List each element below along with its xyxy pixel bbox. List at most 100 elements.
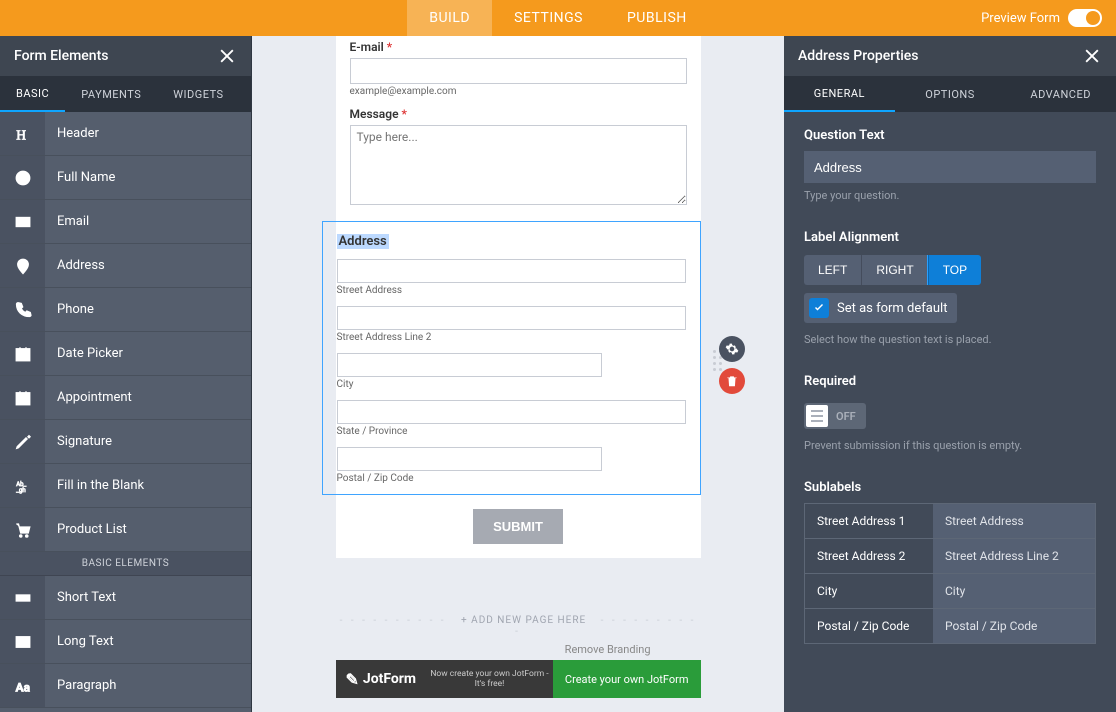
element-label: Email	[45, 214, 89, 229]
preview-form[interactable]: Preview Form	[981, 9, 1102, 27]
textbox-icon	[0, 620, 45, 663]
close-icon[interactable]	[1082, 46, 1102, 66]
tab-build[interactable]: BUILD	[407, 0, 492, 36]
right-tab-general[interactable]: GENERAL	[784, 76, 895, 112]
align-right[interactable]: RIGHT	[861, 255, 927, 285]
element-email[interactable]: Email	[0, 200, 251, 244]
question-text-input[interactable]	[804, 151, 1096, 183]
top-nav: BUILD SETTINGS PUBLISH Preview Form	[0, 0, 1116, 36]
email-input[interactable]	[350, 58, 687, 84]
tab-publish[interactable]: PUBLISH	[605, 0, 709, 36]
left-title: Form Elements	[14, 48, 108, 64]
address-sublabel: City	[337, 379, 686, 390]
element-appointment[interactable]: Appointment	[0, 376, 251, 420]
set-default-label: Set as form default	[837, 301, 947, 316]
element-long-text[interactable]: Long Text	[0, 620, 251, 664]
trash-icon[interactable]	[719, 368, 745, 394]
jot-logo: ✎JotForm	[336, 670, 427, 689]
right-body: Question Text Type your question. Label …	[784, 112, 1116, 660]
sublabel-key: Street Address 1	[805, 504, 933, 538]
address-block[interactable]: Address Street Address Street Address Lin…	[322, 221, 701, 495]
jot-text: Now create your own JotForm - It's free!	[426, 669, 553, 689]
element-short-text[interactable]: Short Text	[0, 576, 251, 620]
element-label: Short Text	[45, 590, 116, 605]
element-address[interactable]: Address	[0, 244, 251, 288]
address-input[interactable]	[337, 447, 602, 471]
sublabel-key: Postal / Zip Code	[805, 609, 933, 643]
left-tab-basic[interactable]: BASIC	[0, 76, 65, 112]
toggle-knob	[806, 405, 828, 427]
left-tabs: BASIC PAYMENTS WIDGETS	[0, 76, 251, 112]
required-toggle[interactable]: OFF	[804, 403, 866, 429]
alignment-hint: Select how the question text is placed.	[804, 333, 1096, 346]
jot-cta-button[interactable]: Create your own JotForm	[553, 660, 701, 698]
heading-icon: H	[0, 112, 45, 155]
required-label: Required	[804, 374, 1096, 389]
jot-banner: ✎JotForm Now create your own JotForm - I…	[336, 660, 701, 698]
address-input[interactable]	[337, 400, 686, 424]
top-tabs: BUILD SETTINGS PUBLISH	[407, 0, 709, 36]
set-default-checkbox[interactable]: Set as form default	[804, 293, 957, 323]
element-label: Long Text	[45, 634, 114, 649]
right-tab-advanced[interactable]: ADVANCED	[1005, 76, 1116, 112]
textline-icon	[0, 576, 45, 619]
form-card: E-mail* example@example.com Message* Add…	[336, 36, 701, 558]
sublabels-label: Sublabels	[804, 480, 1096, 495]
element-date-picker[interactable]: 10Date Picker	[0, 332, 251, 376]
element-label: Appointment	[45, 390, 132, 405]
left-tab-widgets[interactable]: WIDGETS	[157, 76, 239, 112]
element-label: Fill in the Blank	[45, 478, 144, 493]
required-off-label: OFF	[828, 410, 864, 423]
element-label: Signature	[45, 434, 112, 449]
left-tab-payments[interactable]: PAYMENTS	[65, 76, 157, 112]
element-label: Full Name	[45, 170, 115, 185]
submit-button[interactable]: SUBMIT	[473, 509, 563, 544]
element-label: Header	[45, 126, 99, 141]
pen-icon: ✎	[346, 670, 359, 689]
element-product-list[interactable]: Product List	[0, 508, 251, 552]
address-input[interactable]	[337, 306, 686, 330]
gear-icon[interactable]	[719, 336, 745, 362]
below-card: - - - - - - - - - - + ADD NEW PAGE HERE …	[336, 601, 701, 698]
align-left[interactable]: LEFT	[804, 255, 861, 285]
sublabel-value[interactable]: Postal / Zip Code	[933, 609, 1095, 643]
email-sublabel: example@example.com	[350, 86, 687, 97]
sublabel-value[interactable]: City	[933, 574, 1095, 608]
right-panel: Address Properties GENERAL OPTIONS ADVAN…	[784, 36, 1116, 712]
address-input[interactable]	[337, 259, 686, 283]
basic-elements-divider: BASIC ELEMENTS	[0, 552, 251, 576]
address-input[interactable]	[337, 353, 602, 377]
para-icon: Aa	[0, 664, 45, 707]
element-paragraph[interactable]: AaParagraph	[0, 664, 251, 708]
element-phone[interactable]: Phone	[0, 288, 251, 332]
element-header[interactable]: HHeader	[0, 112, 251, 156]
address-label: Address	[337, 234, 389, 249]
right-tab-options[interactable]: OPTIONS	[895, 76, 1006, 112]
element-signature[interactable]: Signature	[0, 420, 251, 464]
element-label: Address	[45, 258, 105, 273]
align-top[interactable]: TOP	[928, 255, 981, 285]
preview-label: Preview Form	[981, 11, 1060, 26]
tab-settings[interactable]: SETTINGS	[492, 0, 605, 36]
element-fill-blank[interactable]: Ab__ghFill in the Blank	[0, 464, 251, 508]
preview-toggle[interactable]	[1068, 9, 1102, 27]
close-icon[interactable]	[217, 46, 237, 66]
sublabel-value[interactable]: Street Address	[933, 504, 1095, 538]
address-field: State / Province	[337, 400, 686, 437]
address-field: Street Address	[337, 259, 686, 296]
sublabel-row: Street Address 1Street Address	[805, 504, 1095, 539]
address-sublabel: Street Address Line 2	[337, 332, 686, 343]
remove-branding-link[interactable]: Remove Branding	[336, 643, 701, 656]
canvas: E-mail* example@example.com Message* Add…	[252, 36, 784, 712]
svg-text:_gh: _gh	[16, 487, 25, 494]
required-hint: Prevent submission if this question is e…	[804, 439, 1096, 452]
sublabel-value[interactable]: Street Address Line 2	[933, 539, 1095, 573]
message-input[interactable]	[350, 125, 687, 205]
address-sublabel: State / Province	[337, 426, 686, 437]
sublabel-row: CityCity	[805, 574, 1095, 609]
element-full-name[interactable]: Full Name	[0, 156, 251, 200]
question-text-hint: Type your question.	[804, 189, 1096, 202]
left-panel: Form Elements BASIC PAYMENTS WIDGETS HHe…	[0, 36, 252, 712]
email-label: E-mail*	[350, 40, 687, 54]
phone-icon	[0, 288, 45, 331]
